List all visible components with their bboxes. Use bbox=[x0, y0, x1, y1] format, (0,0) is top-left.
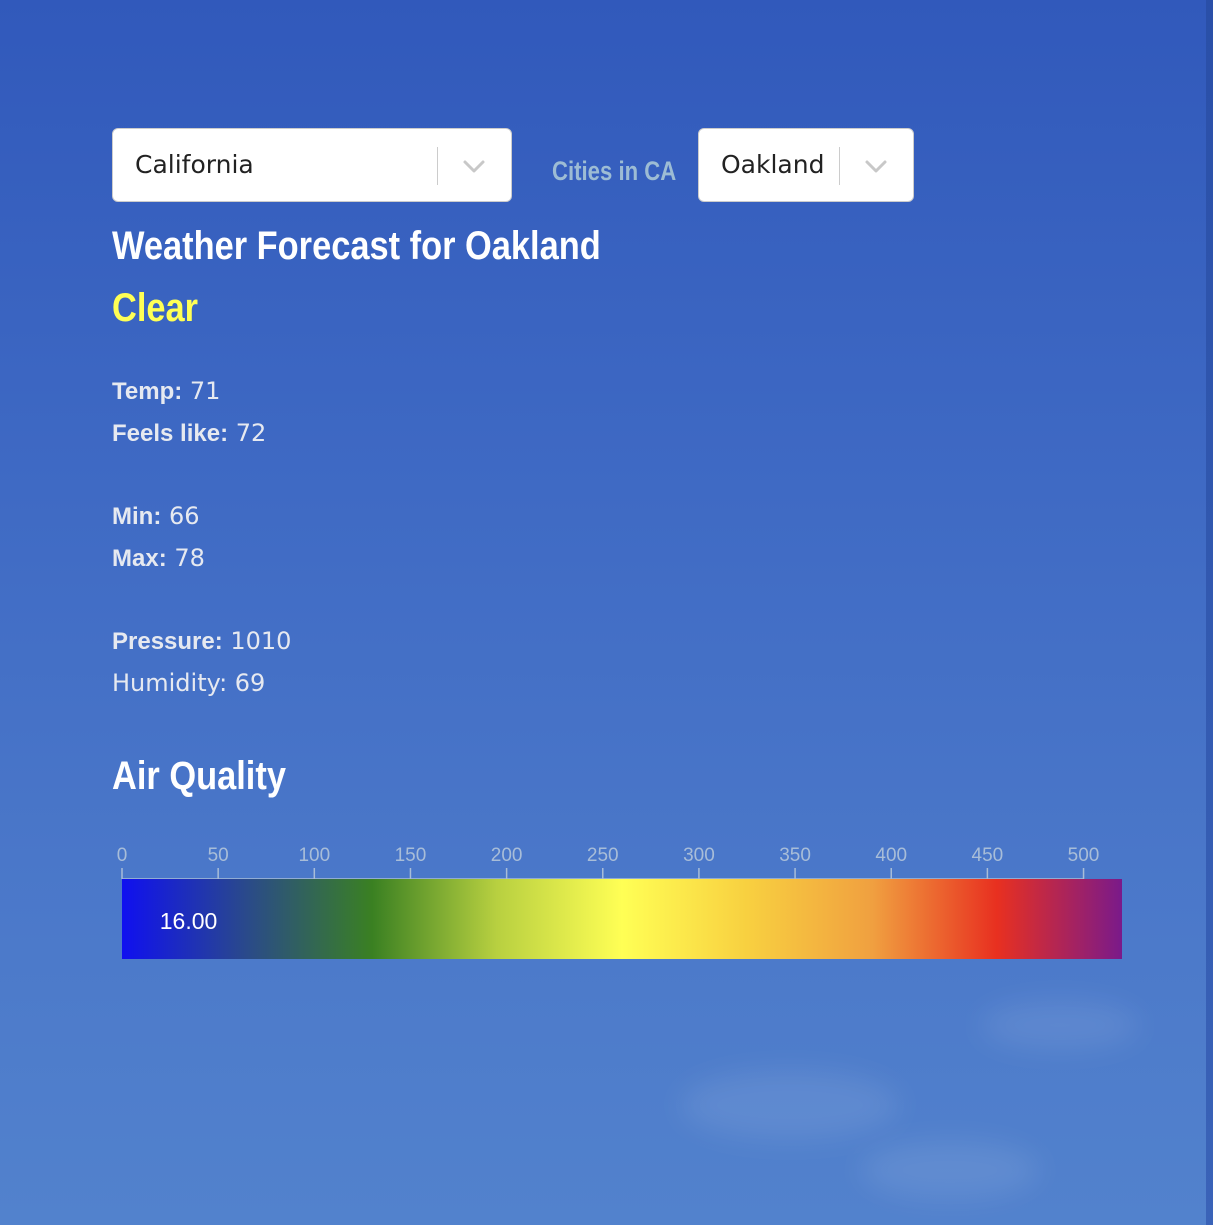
background-cloud bbox=[680, 1070, 900, 1140]
air-quality-scale: 0 50 100 150 200 250 300 350 400 450 500 16.00 bbox=[117, 845, 1122, 959]
city-select[interactable]: Oakland bbox=[698, 128, 914, 202]
state-select[interactable]: California bbox=[112, 128, 512, 202]
feels-like-stat: Feels like: 72 bbox=[112, 419, 266, 448]
axis-tick-label: 50 bbox=[208, 845, 229, 866]
axis-tick-label: 350 bbox=[779, 845, 811, 866]
humidity-stat: Humidity: 69 bbox=[112, 669, 266, 697]
background-cloud bbox=[860, 1140, 1040, 1200]
air-quality-gradient-bar bbox=[122, 879, 1122, 959]
min-value: 66 bbox=[168, 502, 200, 530]
chevron-down-icon[interactable] bbox=[863, 153, 889, 179]
max-stat: Max: 78 bbox=[112, 544, 205, 573]
page-edge bbox=[1206, 0, 1213, 1225]
background-cloud bbox=[980, 1000, 1140, 1050]
state-select-value: California bbox=[135, 150, 254, 179]
forecast-title: Weather Forecast for Oakland bbox=[112, 224, 601, 268]
min-label: Min: bbox=[112, 503, 162, 530]
chevron-down-icon[interactable] bbox=[461, 153, 487, 179]
axis-tick-label: 400 bbox=[875, 845, 907, 866]
pressure-stat: Pressure: 1010 bbox=[112, 627, 291, 656]
cities-label: Cities in CA bbox=[552, 156, 677, 186]
axis-tick-label: 200 bbox=[491, 845, 523, 866]
axis-tick-label: 450 bbox=[972, 845, 1004, 866]
axis-tick-label: 250 bbox=[587, 845, 619, 866]
axis-tick-label: 500 bbox=[1068, 845, 1100, 866]
pressure-label: Pressure: bbox=[112, 628, 223, 655]
select-separator bbox=[437, 147, 438, 185]
feels-like-label: Feels like: bbox=[112, 420, 229, 447]
air-quality-value-label: 16.00 bbox=[160, 908, 218, 934]
axis-tick-label: 100 bbox=[298, 845, 330, 866]
axis-tick-label: 300 bbox=[683, 845, 715, 866]
temp-value: 71 bbox=[189, 377, 221, 405]
axis-tick-label: 150 bbox=[395, 845, 427, 866]
air-quality-title: Air Quality bbox=[112, 754, 286, 798]
min-stat: Min: 66 bbox=[112, 502, 200, 531]
pressure-value: 1010 bbox=[230, 627, 292, 655]
temp-stat: Temp: 71 bbox=[112, 377, 220, 406]
max-label: Max: bbox=[112, 545, 167, 572]
air-quality-axis: 0 50 100 150 200 250 300 350 400 450 500 bbox=[117, 845, 1100, 880]
temp-label: Temp: bbox=[112, 378, 183, 405]
max-value: 78 bbox=[174, 544, 205, 572]
axis-tick-label: 0 bbox=[117, 845, 128, 866]
city-select-value: Oakland bbox=[721, 150, 825, 179]
select-separator bbox=[839, 147, 840, 185]
feels-like-value: 72 bbox=[235, 419, 267, 447]
weather-condition: Clear bbox=[112, 286, 199, 330]
